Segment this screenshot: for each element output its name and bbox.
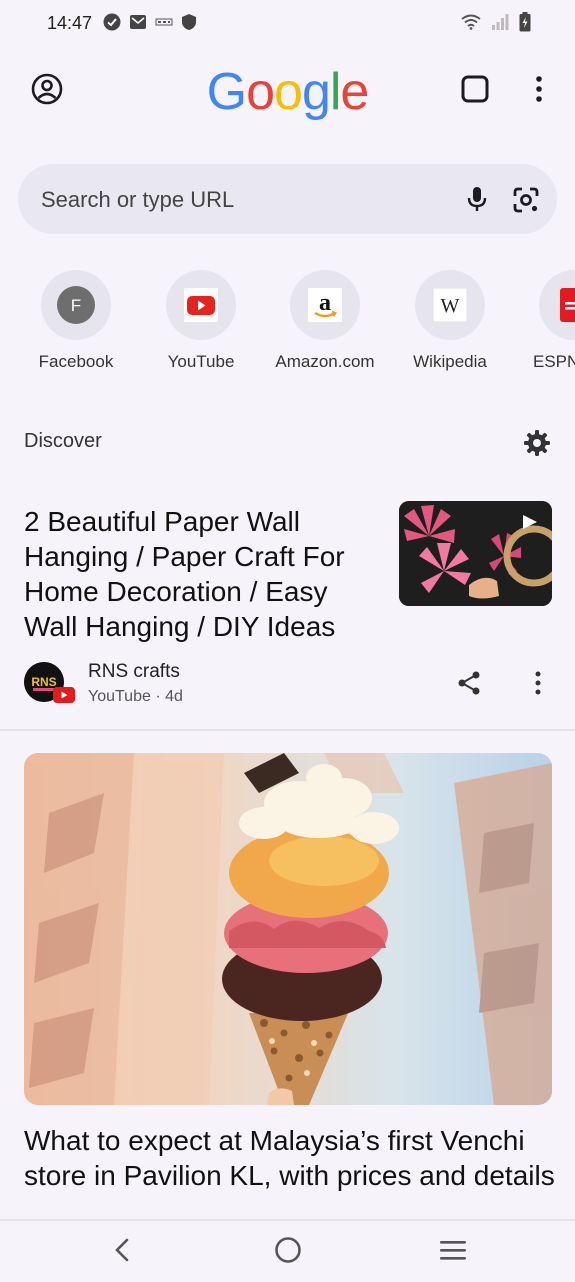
logo-letter: o — [246, 63, 275, 121]
search-placeholder: Search or type URL — [41, 187, 235, 212]
search-box[interactable]: Search or type URL — [18, 164, 557, 234]
logo-letter: e — [340, 63, 369, 121]
amazon-icon: a — [308, 288, 342, 322]
shortcut-wikipedia[interactable]: W Wikipedia — [395, 270, 505, 372]
shortcut-label: Facebook — [38, 352, 114, 371]
shortcut-circle: W — [415, 270, 485, 340]
gmail-icon — [130, 15, 146, 29]
shortcut-circle — [539, 270, 575, 340]
logo-letter: l — [329, 63, 342, 121]
source-meta: YouTube · 4d — [88, 688, 183, 705]
mic-icon[interactable] — [463, 185, 491, 213]
shortcut-label: Amazon.com — [275, 352, 375, 371]
youtube-icon — [184, 288, 218, 322]
check-circle-icon — [103, 13, 121, 31]
avatar-text: RNS — [31, 675, 56, 689]
app-icon — [155, 18, 173, 26]
article-title[interactable]: 2 Beautiful Paper Wall Hanging / Paper C… — [24, 504, 384, 644]
home-icon[interactable] — [274, 1236, 302, 1264]
shortcut-circle: a — [290, 270, 360, 340]
recent-apps-icon[interactable] — [439, 1238, 467, 1262]
shortcut-label: ESPN — [533, 352, 575, 371]
more-vert-icon[interactable] — [530, 74, 548, 104]
shortcut-circle: F — [41, 270, 111, 340]
shield-icon — [182, 14, 196, 30]
wikipedia-icon: W — [433, 288, 467, 322]
shortcut-facebook[interactable]: F Facebook — [21, 270, 131, 372]
craft-thumbnail-image — [399, 501, 552, 606]
shortcut-amazon[interactable]: a Amazon.com — [270, 270, 380, 372]
source-name: RNS crafts — [88, 661, 180, 682]
logo-letter: o — [274, 63, 303, 121]
article-thumbnail[interactable] — [399, 501, 552, 606]
signal-icon — [492, 14, 509, 30]
shortcut-circle — [166, 270, 236, 340]
logo-letter: G — [206, 63, 247, 121]
lens-icon[interactable] — [511, 185, 541, 215]
wifi-icon — [461, 14, 481, 30]
shortcut-espn[interactable]: ESPN — [519, 270, 575, 372]
shortcut-label: YouTube — [167, 352, 235, 371]
card-divider — [0, 729, 575, 731]
shortcut-label: Wikipedia — [413, 352, 487, 371]
back-icon[interactable] — [112, 1237, 132, 1263]
logo-letter: g — [301, 63, 331, 121]
discover-heading: Discover — [24, 430, 102, 452]
battery-icon — [519, 12, 531, 32]
article-more-icon[interactable] — [530, 670, 546, 696]
status-icons-left — [103, 13, 197, 31]
amazon-letter: a — [319, 290, 331, 316]
shortcut-youtube[interactable]: YouTube — [146, 270, 256, 372]
youtube-badge-icon — [53, 687, 75, 703]
ice-cream-image — [24, 753, 552, 1105]
espn-icon — [560, 288, 575, 322]
article-image[interactable] — [24, 753, 552, 1105]
share-icon[interactable] — [456, 670, 482, 696]
facebook-letter-icon: F — [57, 286, 95, 324]
facebook-letter: F — [71, 296, 81, 315]
article-title[interactable]: What to expect at Malaysia’s first Vench… — [24, 1123, 559, 1193]
status-icons-right — [461, 12, 531, 32]
gear-icon[interactable] — [524, 430, 550, 456]
wikipedia-letter: W — [441, 295, 460, 317]
status-time: 14:47 — [47, 13, 93, 33]
tab-switcher-icon[interactable] — [460, 74, 490, 104]
